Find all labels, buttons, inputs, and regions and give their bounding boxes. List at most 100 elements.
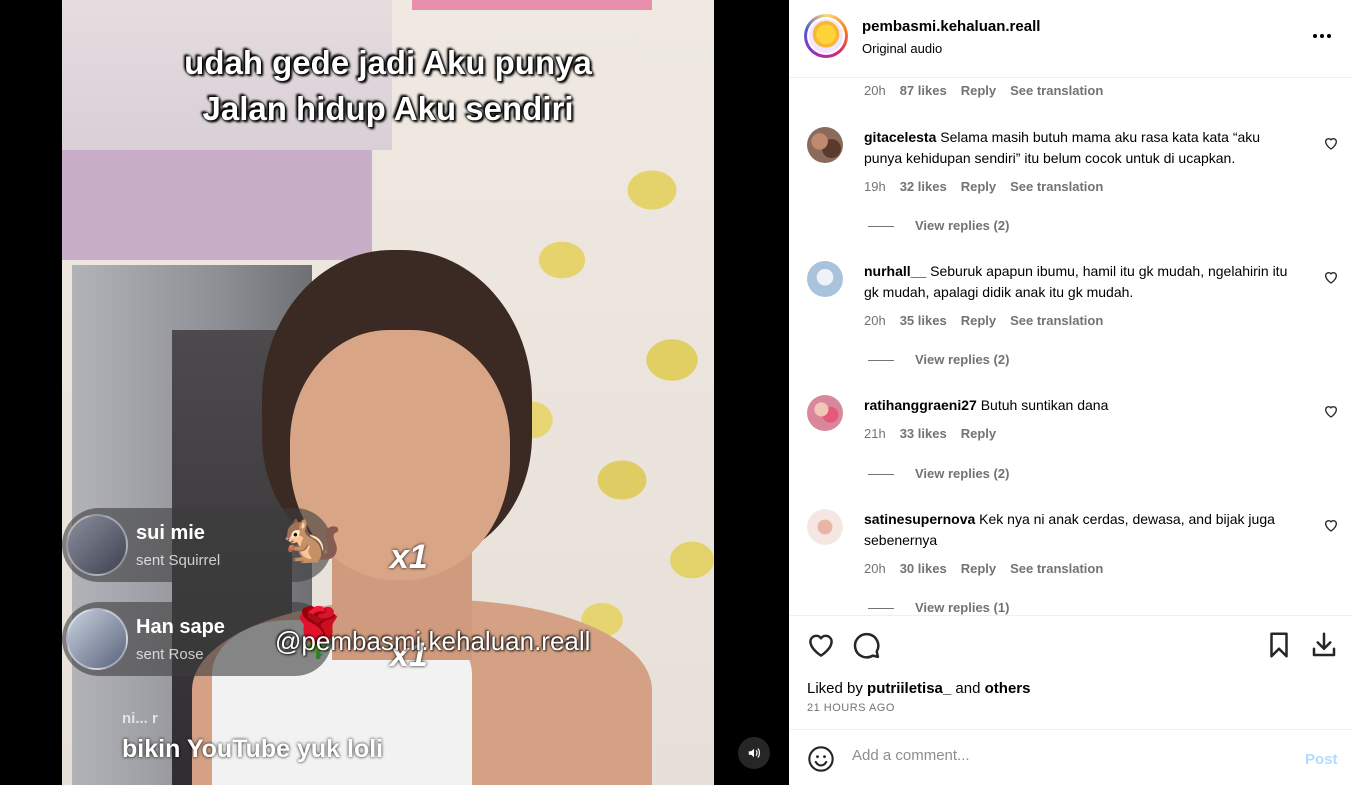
- comment-likes[interactable]: 35 likes: [900, 313, 947, 328]
- reply-button[interactable]: Reply: [961, 83, 996, 98]
- avatar-ring: [807, 17, 845, 55]
- comment-likes[interactable]: 32 likes: [900, 179, 947, 194]
- mute-button[interactable]: [738, 737, 770, 769]
- video-watermark: @pembasmi.kehaluan.reall: [275, 626, 591, 656]
- add-comment-bar: Post: [789, 729, 1352, 785]
- owner-username[interactable]: pembasmi.kehaluan.reall: [862, 18, 1040, 35]
- comment-item: gitacelesta Selama masih butuh mama aku …: [789, 127, 1352, 237]
- view-replies-label: View replies (2): [915, 352, 1010, 367]
- view-replies-button[interactable]: View replies (1): [868, 600, 1009, 615]
- avatar[interactable]: [807, 127, 843, 163]
- comment-meta: 21h 33 likes Reply: [864, 426, 996, 441]
- comment-body: gitacelesta Selama masih butuh mama aku …: [864, 127, 1294, 169]
- comment-meta: 20h 87 likes Reply See translation: [864, 83, 1103, 98]
- view-replies-label: View replies (1): [915, 600, 1010, 615]
- bookmark-icon[interactable]: [1264, 630, 1294, 660]
- post-button[interactable]: Post: [1305, 751, 1338, 768]
- view-replies-label: View replies (2): [915, 218, 1010, 233]
- speaker-icon: [748, 748, 760, 758]
- live-comment-text: bikin YouTube yuk loli: [122, 735, 384, 763]
- reply-button[interactable]: Reply: [961, 179, 996, 194]
- comment-time: 21h: [864, 426, 886, 441]
- see-translation-button[interactable]: See translation: [1010, 83, 1103, 98]
- see-translation-button[interactable]: See translation: [1010, 561, 1103, 576]
- avatar[interactable]: [807, 509, 843, 545]
- reply-button[interactable]: Reply: [961, 313, 996, 328]
- comment-item: ratihanggraeni27 Butuh suntikan dana 21h…: [789, 395, 1352, 485]
- comment-body: satinesupernova Kek nya ni anak cerdas, …: [864, 509, 1294, 551]
- comment-text: Butuh suntikan dana: [980, 397, 1109, 413]
- reply-button[interactable]: Reply: [961, 561, 996, 576]
- more-dot-icon: [1327, 34, 1331, 38]
- comment-username[interactable]: ratihanggraeni27: [864, 397, 977, 413]
- owner-avatar[interactable]: [804, 14, 848, 58]
- comment-text: Seburuk apapun ibumu, hamil itu gk mudah…: [864, 263, 1288, 300]
- avatar[interactable]: [807, 261, 843, 297]
- comment-likes[interactable]: 33 likes: [900, 426, 947, 441]
- comment-username[interactable]: satinesupernova: [864, 511, 975, 527]
- video-wall-pink: [62, 150, 372, 260]
- heart-icon[interactable]: [1323, 517, 1339, 533]
- post-header: pembasmi.kehaluan.reall Original audio: [789, 0, 1352, 78]
- replies-line: [868, 226, 894, 228]
- liked-by-user[interactable]: putriiletisa_: [867, 680, 951, 697]
- comment-likes[interactable]: 30 likes: [900, 561, 947, 576]
- gift-count: x1: [390, 538, 428, 576]
- see-translation-button[interactable]: See translation: [1010, 313, 1103, 328]
- comment-username[interactable]: gitacelesta: [864, 129, 936, 145]
- comment-input[interactable]: [852, 747, 1282, 764]
- comment-meta: 20h 35 likes Reply See translation: [864, 313, 1103, 328]
- liked-by-and: and: [955, 680, 981, 697]
- liked-by-prefix: Liked by: [807, 680, 863, 697]
- replies-line: [868, 360, 894, 362]
- audio-link[interactable]: Original audio: [862, 41, 942, 56]
- comment-item: satinesupernova Kek nya ni anak cerdas, …: [789, 509, 1352, 615]
- view-replies-button[interactable]: View replies (2): [868, 466, 1009, 481]
- post-panel: pembasmi.kehaluan.reall Original audio 2…: [789, 0, 1352, 785]
- heart-icon[interactable]: [1323, 269, 1339, 285]
- comment-time: 20h: [864, 313, 886, 328]
- post-actions: Liked by putriiletisa_ and others 21 HOU…: [789, 615, 1352, 728]
- liked-by-text: Liked by putriiletisa_ and others: [807, 680, 1030, 697]
- see-translation-button[interactable]: See translation: [1010, 179, 1103, 194]
- emoji-icon[interactable]: [807, 745, 835, 773]
- comment-meta: 20h 30 likes Reply See translation: [864, 561, 1103, 576]
- avatar: [809, 19, 843, 53]
- gift-sender-name: sui mie: [136, 522, 205, 544]
- gift-sub-text: sent Squirrel: [136, 552, 221, 569]
- live-comment-user: ni... r: [122, 710, 158, 727]
- squirrel-icon: 🐿️: [282, 513, 342, 566]
- comment-username[interactable]: nurhall__: [864, 263, 926, 279]
- heart-icon[interactable]: [806, 630, 836, 660]
- replies-line: [868, 608, 894, 610]
- comment-body: nurhall__ Seburuk apapun ibumu, hamil it…: [864, 261, 1294, 303]
- app-root: udah gede jadi Aku punya Jalan hidup Aku…: [0, 0, 1352, 785]
- comment-time: 20h: [864, 83, 886, 98]
- avatar: [66, 514, 128, 576]
- comment-time: 20h: [864, 561, 886, 576]
- heart-icon[interactable]: [1323, 403, 1339, 419]
- more-options-button[interactable]: [1310, 26, 1334, 46]
- avatar: [66, 608, 128, 670]
- comment-icon[interactable]: [851, 630, 881, 660]
- download-icon[interactable]: [1309, 630, 1339, 660]
- video-strip: [412, 0, 652, 10]
- video-player[interactable]: udah gede jadi Aku punya Jalan hidup Aku…: [0, 0, 789, 785]
- view-replies-label: View replies (2): [915, 466, 1010, 481]
- more-dot-icon: [1320, 34, 1324, 38]
- view-replies-button[interactable]: View replies (2): [868, 218, 1009, 233]
- comment-item: nurhall__ Seburuk apapun ibumu, hamil it…: [789, 261, 1352, 371]
- comment-meta: 19h 32 likes Reply See translation: [864, 179, 1103, 194]
- comment-body: ratihanggraeni27 Butuh suntikan dana: [864, 395, 1294, 416]
- heart-icon[interactable]: [1323, 135, 1339, 151]
- view-replies-button[interactable]: View replies (2): [868, 352, 1009, 367]
- reply-button[interactable]: Reply: [961, 426, 996, 441]
- replies-line: [868, 474, 894, 476]
- avatar[interactable]: [807, 395, 843, 431]
- comments-list[interactable]: 20h 87 likes Reply See translation gitac…: [789, 78, 1352, 615]
- more-dot-icon: [1313, 34, 1317, 38]
- comment-time: 19h: [864, 179, 886, 194]
- liked-by-others[interactable]: others: [985, 680, 1031, 697]
- post-timestamp[interactable]: 21 HOURS AGO: [807, 702, 895, 714]
- comment-likes[interactable]: 87 likes: [900, 83, 947, 98]
